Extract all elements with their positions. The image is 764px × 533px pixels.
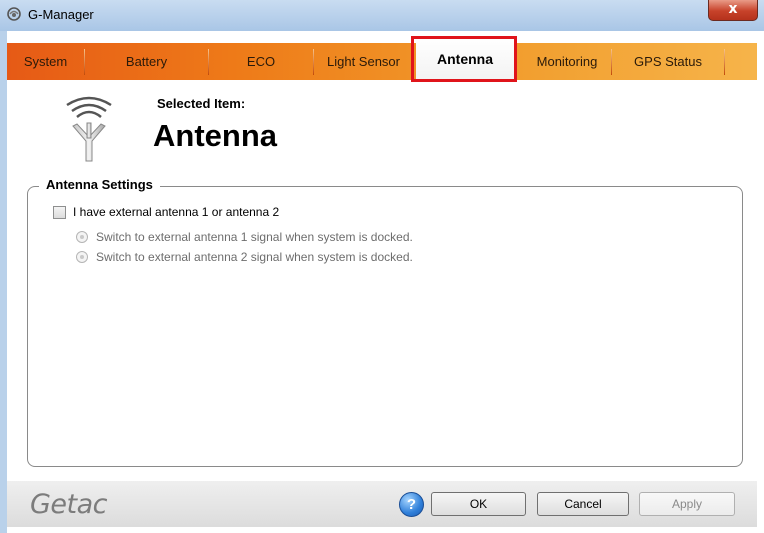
- active-tab-highlight: [411, 36, 517, 82]
- antenna-2-radio-label: Switch to external antenna 2 signal when…: [96, 250, 413, 264]
- tab-monitoring[interactable]: Monitoring: [525, 43, 609, 80]
- client-area: System Battery ECO Light Sensor Antenna …: [7, 31, 764, 533]
- button-bar: Getac ? OK Cancel Apply: [7, 481, 757, 527]
- tab-bar: System Battery ECO Light Sensor Antenna …: [7, 37, 757, 80]
- ok-button[interactable]: OK: [431, 492, 526, 516]
- getac-logo: Getac: [30, 489, 108, 520]
- tab-battery[interactable]: Battery: [85, 43, 208, 80]
- antenna-settings-title: Antenna Settings: [39, 177, 160, 192]
- g-manager-window: G-Manager x System Battery ECO Light Sen…: [0, 0, 764, 533]
- tab-light-sensor[interactable]: Light Sensor: [314, 43, 413, 80]
- tab-separator: [724, 49, 725, 75]
- tab-gps-status[interactable]: GPS Status: [612, 43, 724, 80]
- antenna-2-radio: [76, 251, 88, 263]
- selected-item-label: Selected Item:: [157, 96, 246, 111]
- title-bar[interactable]: G-Manager x: [0, 0, 764, 31]
- antenna-1-radio-label: Switch to external antenna 1 signal when…: [96, 230, 413, 244]
- selected-item-value: Antenna: [153, 118, 277, 153]
- antenna-1-radio-option: Switch to external antenna 1 signal when…: [76, 230, 413, 244]
- external-antenna-checkbox[interactable]: [53, 205, 66, 219]
- tab-eco[interactable]: ECO: [209, 43, 313, 80]
- cancel-button[interactable]: Cancel: [537, 492, 629, 516]
- antenna-settings-group: [27, 186, 743, 467]
- external-antenna-option[interactable]: I have external antenna 1 or antenna 2: [53, 205, 279, 219]
- apply-button[interactable]: Apply: [639, 492, 735, 516]
- help-icon[interactable]: ?: [399, 492, 424, 517]
- close-button[interactable]: x: [708, 0, 758, 21]
- tab-system[interactable]: System: [7, 43, 84, 80]
- antenna-icon: [66, 96, 112, 162]
- external-antenna-label: I have external antenna 1 or antenna 2: [73, 205, 280, 219]
- window-title: G-Manager: [28, 7, 94, 22]
- antenna-1-radio: [76, 231, 88, 243]
- antenna-2-radio-option: Switch to external antenna 2 signal when…: [76, 250, 413, 264]
- getac-app-icon: [7, 7, 21, 21]
